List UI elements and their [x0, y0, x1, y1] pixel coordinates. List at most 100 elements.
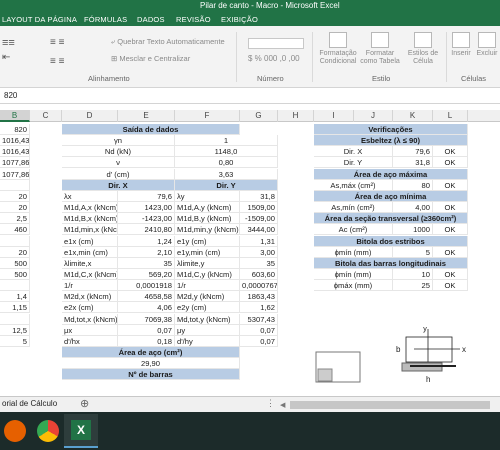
column-header-e[interactable]: E — [118, 110, 175, 122]
col-b-cell[interactable]: 500 — [0, 268, 30, 280]
column-header-k[interactable]: K — [393, 110, 433, 122]
param-x-value[interactable]: 4658,58 — [118, 291, 175, 303]
min-area-value[interactable]: 4,00 — [393, 202, 433, 214]
column-header-l[interactable]: L — [433, 110, 468, 122]
scroll-left-icon[interactable]: ◀ — [280, 401, 285, 409]
col-b-cell[interactable]: 500 — [0, 257, 30, 269]
slender-value[interactable]: 79,6 — [393, 146, 433, 158]
long-bars-value[interactable]: 10 — [393, 268, 433, 280]
wrap-text-button[interactable]: ⤶ Quebrar Texto Automaticamente — [111, 37, 225, 47]
param-x-value[interactable]: 1423,00 — [118, 202, 175, 214]
tab-data[interactable]: DADOS — [137, 15, 165, 24]
chrome-icon[interactable] — [37, 420, 59, 442]
max-area-status[interactable]: OK — [433, 179, 468, 191]
param-y-value[interactable]: 0,07 — [240, 324, 278, 336]
param-y-value[interactable]: 603,60 — [240, 268, 278, 280]
stirrups-status[interactable]: OK — [433, 246, 468, 258]
param-x-value[interactable]: 79,6 — [118, 190, 175, 202]
col-b-cell[interactable] — [0, 235, 30, 247]
col-b-cell[interactable] — [0, 313, 30, 325]
param-y-value[interactable]: 0,07 — [240, 335, 278, 347]
long-bars-value[interactable]: 25 — [393, 280, 433, 292]
long-bars-status[interactable]: OK — [433, 280, 468, 292]
column-header-b[interactable]: B — [0, 110, 30, 122]
firefox-icon[interactable] — [4, 420, 26, 442]
param-y-value[interactable]: 1509,00 — [240, 202, 278, 214]
param-y-value[interactable]: 1863,43 — [240, 291, 278, 303]
param-x-value[interactable]: 1,24 — [118, 235, 175, 247]
col-b-cell[interactable]: 1077,86 — [0, 157, 30, 169]
slender-status[interactable]: OK — [433, 146, 468, 158]
section-status[interactable]: OK — [433, 224, 468, 236]
max-area-value[interactable]: 80 — [393, 179, 433, 191]
param-y-value[interactable]: 0,0000767 — [240, 280, 278, 292]
align-right-icon[interactable]: ≡ ≡ — [50, 56, 64, 67]
col-b-cell[interactable]: 1077,86 — [0, 168, 30, 180]
column-header-j[interactable]: J — [354, 110, 393, 122]
tab-view[interactable]: EXIBIÇÃO — [221, 15, 258, 24]
param-x-value[interactable]: 4,06 — [118, 302, 175, 314]
long-bars-status[interactable]: OK — [433, 268, 468, 280]
column-header-c[interactable]: C — [30, 110, 62, 122]
param-x-value[interactable]: 569,20 — [118, 268, 175, 280]
col-b-cell[interactable]: 820 — [0, 124, 30, 135]
indent-icon[interactable]: ⇤ — [2, 52, 10, 63]
param-y-value[interactable]: -1509,00 — [240, 213, 278, 225]
col-b-cell[interactable]: 1,4 — [0, 291, 30, 303]
number-format-select[interactable] — [248, 38, 304, 49]
sheet-tab[interactable]: orial de Cálculo — [2, 399, 57, 408]
tab-review[interactable]: REVISÃO — [176, 15, 211, 24]
format-table-button[interactable]: Formatar como Tabela — [360, 32, 400, 66]
param-x-value[interactable]: 2,10 — [118, 246, 175, 258]
slender-value[interactable]: 31,8 — [393, 157, 433, 169]
param-x-value[interactable]: -1423,00 — [118, 213, 175, 225]
output-value[interactable]: 3,63 — [175, 168, 278, 180]
excel-taskbar-button[interactable]: X — [64, 414, 98, 448]
steel-area-value[interactable]: 29,90 — [62, 358, 240, 370]
worksheet-grid[interactable]: 820 1016,43 1016,43 1077,86 1077,86 20 20 2,5 46… — [0, 122, 500, 396]
param-x-value[interactable]: 0,18 — [118, 335, 175, 347]
insert-button[interactable]: Inserir — [449, 32, 473, 58]
cell-styles-button[interactable]: Estilos de Célula — [406, 32, 440, 66]
param-x-value[interactable]: 0,07 — [118, 324, 175, 336]
column-header-f[interactable]: F — [175, 110, 240, 122]
horizontal-scrollbar[interactable] — [290, 401, 490, 409]
col-b-cell[interactable]: 1016,43 — [0, 135, 30, 147]
col-b-cell[interactable]: 20 — [0, 246, 30, 258]
col-b-cell[interactable]: 12,5 — [0, 324, 30, 336]
param-y-value[interactable]: 3444,00 — [240, 224, 278, 236]
column-header-d[interactable]: D — [62, 110, 118, 122]
col-b-cell[interactable] — [0, 179, 30, 191]
stirrups-value[interactable]: 5 — [393, 246, 433, 258]
param-y-value[interactable]: 5307,43 — [240, 313, 278, 325]
column-header-g[interactable]: G — [240, 110, 278, 122]
col-b-cell[interactable]: 1,15 — [0, 302, 30, 314]
col-b-cell[interactable]: 5 — [0, 335, 30, 347]
param-x-value[interactable]: 2410,80 — [118, 224, 175, 236]
section-value[interactable]: 1000 — [393, 224, 433, 236]
align-center-icon[interactable]: ≡ ≡ — [50, 37, 64, 48]
formula-bar[interactable]: 820 — [0, 88, 500, 104]
output-value[interactable]: 0,80 — [175, 157, 278, 169]
col-b-cell[interactable]: 20 — [0, 190, 30, 202]
param-x-value[interactable]: 0,0001918 — [118, 280, 175, 292]
align-left-icon[interactable]: ≡≡ — [2, 37, 15, 49]
param-x-value[interactable]: 7069,38 — [118, 313, 175, 325]
cond-format-button[interactable]: Formatação Condicional — [318, 32, 358, 66]
column-header-h[interactable]: H — [278, 110, 314, 122]
delete-button[interactable]: Excluir — [474, 32, 500, 58]
col-b-cell[interactable]: 2,5 — [0, 213, 30, 225]
col-b-cell[interactable]: 460 — [0, 224, 30, 236]
col-b-cell[interactable]: 20 — [0, 202, 30, 214]
output-value[interactable]: 1148,0 — [175, 146, 278, 158]
output-value[interactable]: 1 — [175, 135, 278, 147]
number-format-icons[interactable]: $ % 000 ,0 ,00 — [248, 54, 300, 63]
add-sheet-icon[interactable]: ⊕ — [80, 397, 89, 410]
col-b-cell[interactable] — [0, 280, 30, 292]
scroll-grip-icon[interactable]: ⋮ — [266, 398, 275, 409]
param-y-value[interactable]: 35 — [240, 257, 278, 269]
tab-page-layout[interactable]: LAYOUT DA PÁGINA — [2, 15, 77, 24]
min-area-status[interactable]: OK — [433, 202, 468, 214]
param-y-value[interactable]: 1,31 — [240, 235, 278, 247]
param-y-value[interactable]: 1,62 — [240, 302, 278, 314]
